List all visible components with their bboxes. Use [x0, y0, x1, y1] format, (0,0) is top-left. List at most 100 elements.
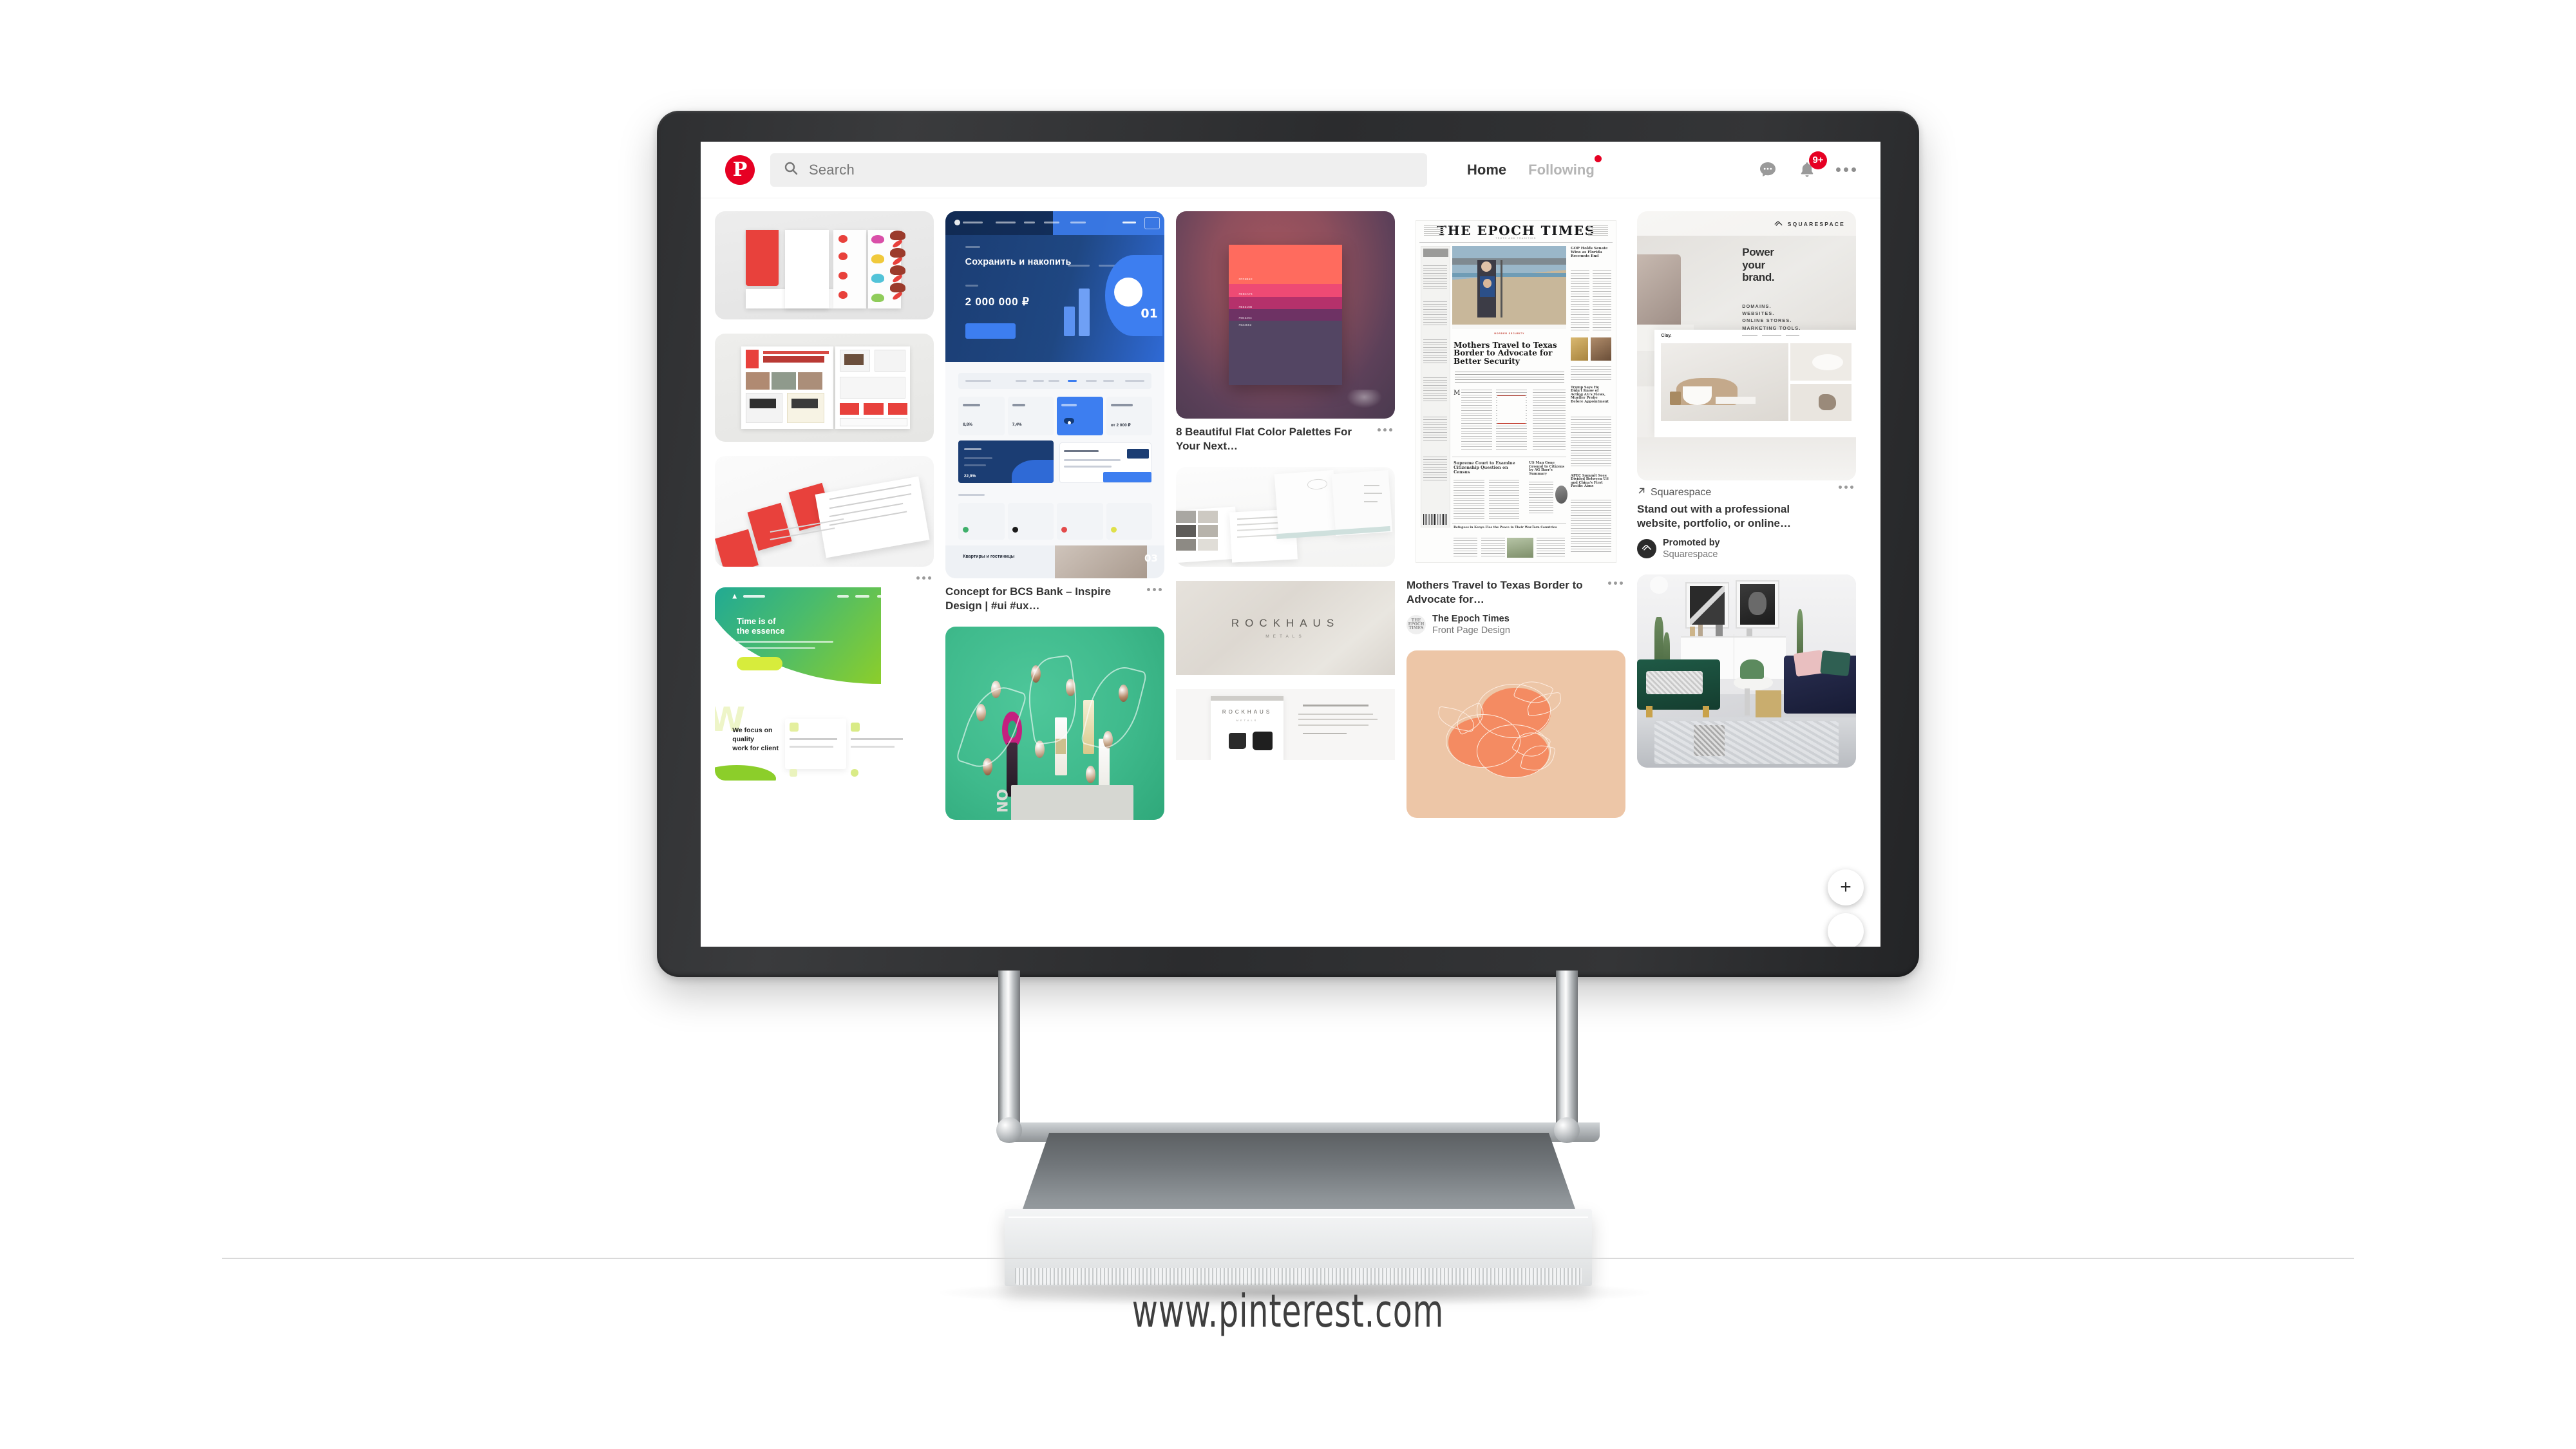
pin-card[interactable]: SQUARESPACE Power your brand. DOMAINS. W… [1637, 211, 1856, 560]
search-icon [783, 160, 799, 179]
squarespace-ad-heading: Power your brand. [1742, 246, 1775, 284]
more-dot [1836, 167, 1841, 172]
pin-title-text: 8 Beautiful Flat Color Palettes For Your… [1176, 426, 1352, 452]
pin-image-epoch-times: THE EPOCH TIMES TRUTH AND TRADITION BORD… [1406, 211, 1625, 572]
monitor-bezel: P Search Home Following 9+ Time is of th… [657, 111, 1919, 977]
pin-card[interactable]: ROCKHAUS METALS [1176, 689, 1395, 761]
secondary-fab[interactable] [1828, 913, 1864, 947]
notifications-bell-icon[interactable]: 9+ [1797, 151, 1827, 180]
attribution-sub: Front Page Design [1432, 625, 1510, 636]
squarespace-ad-artwork: SQUARESPACE Power your brand. DOMAINS. W… [1637, 211, 1856, 480]
monitor-assembly: P Search Home Following 9+ Time is of th… [657, 111, 1919, 1307]
stand-hinge-left [996, 1117, 1022, 1143]
pinterest-header: P Search Home Following 9+ [701, 142, 1880, 198]
pin-card[interactable]: THE EPOCH TIMES TRUTH AND TRADITION BORD… [1406, 211, 1625, 636]
rockhaus-brand: ROCKHAUS [1231, 617, 1340, 630]
feed-column-4: THE EPOCH TIMES TRUTH AND TRADITION BORD… [1406, 211, 1625, 819]
bcs-hero-label: Сохранить и накопить [965, 257, 1072, 268]
pin-card[interactable] [1176, 467, 1395, 567]
bcs-hero-amount: 2 000 000 ₽ [965, 296, 1030, 308]
pin-attribution[interactable]: Promoted by Squarespace [1637, 537, 1856, 560]
footer-url: www.pinterest.com [1132, 1285, 1444, 1338]
pin-image-matsu-3 [715, 456, 934, 567]
jp-brochure-artwork [715, 211, 934, 319]
st and-hinge-right [1554, 1117, 1580, 1143]
floating-action-buttons: + [1828, 869, 1864, 947]
pin-title: Concept for BCS Bank – Inspire Design | … [945, 585, 1164, 612]
pin-card[interactable]: Сохранить и накопить 2 000 000 ₽ 01 8,8%… [945, 211, 1164, 612]
newspaper-artwork: THE EPOCH TIMES TRUTH AND TRADITION BORD… [1406, 211, 1625, 572]
notifications-badge: 9+ [1809, 151, 1827, 169]
rockhaus-brochure-artwork [1176, 467, 1395, 567]
rockhaus-logo-artwork: ROCKHAUS METALS [1176, 581, 1395, 675]
add-pin-fab[interactable]: + [1828, 869, 1864, 905]
interior-room-artwork [1637, 574, 1856, 768]
pin-image-squarespace: SQUARESPACE Power your brand. DOMAINS. W… [1637, 211, 1856, 480]
pin-source-link[interactable]: Squarespace [1637, 486, 1856, 498]
pin-more-icon[interactable] [1608, 582, 1623, 585]
pin-card[interactable] [1406, 650, 1625, 819]
bcs-hero-number: 01 [1141, 307, 1158, 321]
pin-image-matsu-1 [715, 211, 934, 319]
color-palette-artwork: #FF6B5E #EE4A74 #B5316B #6E3264 #534563 [1176, 211, 1395, 419]
feed-column-1: Time is of the essence W We focus on qua… [715, 211, 934, 781]
agency-landing-artwork: Time is of the essence W We focus on qua… [715, 587, 934, 781]
squarespace-avatar [1637, 539, 1656, 559]
pin-more-icon[interactable] [1147, 588, 1162, 591]
add-pin-glyph: + [1840, 876, 1852, 898]
pin-image-mint-flatlay: ON [945, 627, 1164, 820]
more-dot [1844, 167, 1848, 172]
squarespace-logo-icon: SQUARESPACE [1774, 220, 1845, 229]
pin-source-name: Squarespace [1651, 486, 1712, 498]
palette-hex-5: #534563 [1238, 323, 1252, 327]
jp-cards-artwork [715, 456, 934, 567]
pin-card[interactable] [715, 334, 934, 442]
pin-image-peach [1406, 650, 1625, 819]
bcs-section-number: 03 [1144, 553, 1158, 565]
newspaper-hero-photo [1452, 245, 1567, 325]
pinterest-logo-glyph: P [732, 158, 748, 181]
search-input[interactable]: Search [770, 153, 1427, 187]
pin-card[interactable]: Time is of the essence W We focus on qua… [715, 587, 934, 781]
feed-column-5: SQUARESPACE Power your brand. DOMAINS. W… [1637, 211, 1856, 768]
pin-card[interactable] [1637, 574, 1856, 768]
pin-title-text: Mothers Travel to Texas Border to Advoca… [1406, 579, 1583, 605]
stand-base-seam [1009, 1217, 1588, 1218]
stand-arm-right [1556, 971, 1578, 1139]
pin-card[interactable] [715, 211, 934, 319]
mint-flatlay-artwork: ON [945, 627, 1164, 820]
pin-card[interactable] [715, 456, 934, 580]
attribution-sub: Squarespace [1663, 549, 1718, 560]
pin-card[interactable]: #FF6B5E #EE4A74 #B5316B #6E3264 #534563 [1176, 211, 1395, 453]
newspaper-masthead: THE EPOCH TIMES [1437, 222, 1595, 238]
pin-card[interactable]: ROCKHAUS METALS [1176, 581, 1395, 676]
pin-more-icon[interactable] [916, 576, 931, 580]
pin-image-rockhaus-1 [1176, 467, 1395, 567]
pin-card[interactable]: ON [945, 627, 1164, 820]
rockhaus-brand-sub: METALS [1265, 634, 1305, 639]
more-options-icon[interactable] [1836, 167, 1856, 172]
pin-feed[interactable]: Time is of the essence W We focus on qua… [701, 198, 1880, 947]
pin-image-color-palettes: #FF6B5E #EE4A74 #B5316B #6E3264 #534563 [1176, 211, 1395, 419]
agency-hero-title: Time is of the essence [737, 616, 785, 636]
monitor-stand [657, 971, 1919, 1307]
bcs-card-title: Квартиры и гостиницы [963, 554, 1015, 559]
header-actions: 9+ [1732, 151, 1856, 180]
pin-title: 8 Beautiful Flat Color Palettes For Your… [1176, 425, 1395, 453]
nav-home[interactable]: Home [1467, 162, 1506, 178]
pin-title-text: Concept for BCS Bank – Inspire Design | … [945, 585, 1111, 612]
palette-hex-3: #B5316B [1238, 305, 1253, 308]
messages-icon[interactable] [1757, 160, 1778, 180]
pin-image-rockhaus-2: ROCKHAUS METALS [1176, 581, 1395, 676]
pin-attribution[interactable]: THE EPOCH TIMES The Epoch Times Front Pa… [1406, 613, 1625, 636]
pin-more-icon[interactable] [1378, 428, 1392, 431]
bcs-rate-1: 8,8% [963, 422, 973, 427]
nav-following[interactable]: Following [1528, 155, 1602, 178]
squarespace-brand-name: SQUARESPACE [1787, 221, 1845, 228]
search-placeholder: Search [809, 161, 855, 178]
pin-more-icon[interactable] [1839, 486, 1853, 489]
stand-base-vent [1015, 1268, 1582, 1285]
pin-image-matsu-2 [715, 334, 934, 442]
rockhaus-stationery-sub: METALS [1236, 719, 1258, 723]
pinterest-logo-icon[interactable]: P [725, 155, 755, 185]
